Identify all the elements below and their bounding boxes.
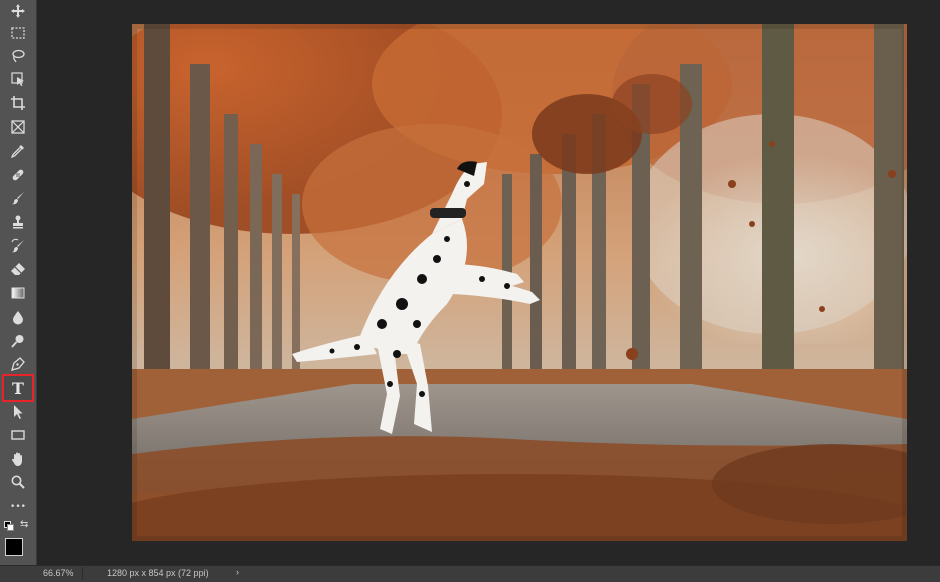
swap-colors-icon[interactable]: ⇆ xyxy=(20,520,28,530)
lasso-icon xyxy=(12,49,25,63)
eraser-tool[interactable] xyxy=(4,258,32,280)
crop-icon xyxy=(11,96,25,110)
status-menu-chevron-icon[interactable]: › xyxy=(236,567,239,577)
history-brush-icon xyxy=(11,238,24,253)
arrow-icon xyxy=(14,405,23,419)
object-select-icon xyxy=(11,72,24,86)
hand-icon xyxy=(11,452,22,466)
document-image[interactable] xyxy=(132,24,907,541)
zoom-icon xyxy=(11,475,25,489)
stamp-icon xyxy=(13,215,23,229)
frame-icon xyxy=(11,120,25,134)
gradient-tool[interactable] xyxy=(4,282,32,304)
blur-tool[interactable] xyxy=(4,306,32,328)
history-brush-tool[interactable] xyxy=(4,235,32,257)
rectangle-tool[interactable] xyxy=(4,424,32,446)
dalmatian-autumn-photo xyxy=(132,24,907,541)
more-tools[interactable]: ••• xyxy=(4,496,32,518)
canvas-area xyxy=(37,0,940,565)
healing-brush-tool[interactable] xyxy=(4,164,32,186)
eraser-icon xyxy=(11,263,25,275)
zoom-tool[interactable] xyxy=(4,471,32,493)
zoom-level[interactable]: 66.67% xyxy=(43,568,74,578)
pen-icon xyxy=(11,357,25,371)
default-colors-icon[interactable] xyxy=(4,521,14,531)
color-swatches xyxy=(4,537,32,565)
rectangle-icon xyxy=(11,430,25,440)
foreground-color-swatch[interactable] xyxy=(5,538,23,556)
brush-tool[interactable] xyxy=(4,187,32,209)
ellipsis-icon: ••• xyxy=(10,502,26,512)
pen-tool[interactable] xyxy=(4,353,32,375)
object-select-tool[interactable] xyxy=(4,68,32,90)
type-tool[interactable]: T xyxy=(2,374,34,402)
document-info: 1280 px x 854 px (72 ppi) xyxy=(82,567,255,580)
status-bar: 66.67% 1280 px x 854 px (72 ppi) › xyxy=(0,565,940,582)
bandage-icon xyxy=(12,169,24,181)
dodge-tool[interactable] xyxy=(4,330,32,352)
marquee-tool[interactable] xyxy=(4,22,32,44)
tools-panel: T ••• ⇆ xyxy=(0,0,37,581)
path-select-tool[interactable] xyxy=(4,401,32,423)
dodge-icon xyxy=(11,335,24,348)
move-icon xyxy=(11,4,25,18)
crop-tool[interactable] xyxy=(4,92,32,114)
move-tool[interactable] xyxy=(4,0,32,22)
hand-tool[interactable] xyxy=(4,448,32,470)
lasso-tool[interactable] xyxy=(4,45,32,67)
frame-tool[interactable] xyxy=(4,116,32,138)
brush-icon xyxy=(12,192,24,205)
eyedropper-icon xyxy=(10,145,24,159)
drop-icon xyxy=(13,311,23,325)
rect-marquee-icon xyxy=(11,27,25,39)
clone-stamp-tool[interactable] xyxy=(4,211,32,233)
type-icon: T xyxy=(12,378,24,398)
eyedropper-tool[interactable] xyxy=(4,140,32,162)
gradient-icon xyxy=(11,287,25,299)
